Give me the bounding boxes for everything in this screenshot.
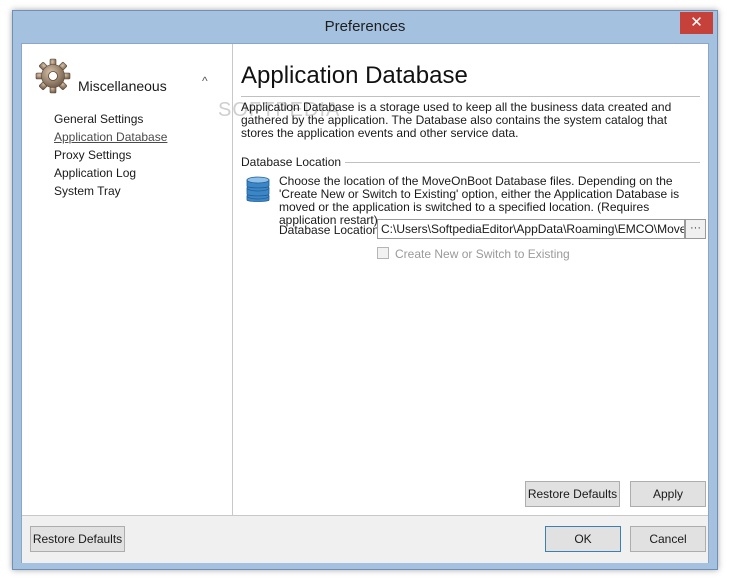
create-new-label: Create New or Switch to Existing [395, 247, 570, 261]
title-divider [241, 96, 700, 97]
restore-defaults-button[interactable]: Restore Defaults [30, 526, 125, 552]
database-location-input[interactable]: C:\Users\SoftpediaEditor\AppData\Roaming… [377, 219, 685, 239]
group-divider [328, 162, 700, 163]
settings-nav: General Settings Application Database Pr… [54, 110, 167, 200]
create-new-checkbox[interactable] [377, 247, 389, 259]
sidebar-item-system-tray[interactable]: System Tray [54, 182, 167, 200]
gear-icon [35, 58, 71, 94]
browse-button[interactable]: ··· [685, 219, 706, 239]
sidebar-item-proxy-settings[interactable]: Proxy Settings [54, 146, 167, 164]
settings-page: Application Database Application Databas… [233, 44, 708, 515]
database-icon [246, 176, 270, 202]
ok-button[interactable]: OK [545, 526, 621, 552]
collapse-chevron-icon[interactable]: ^ [202, 74, 208, 88]
close-icon: ✕ [690, 14, 703, 31]
title-bar[interactable]: Preferences ✕ [13, 11, 717, 43]
dialog-footer: Restore Defaults OK Cancel [22, 515, 708, 563]
preferences-window: Preferences ✕ Miscellaneous ^ SOFTPEDIA … [12, 10, 718, 570]
dialog-client: Miscellaneous ^ SOFTPEDIA General Settin… [21, 43, 709, 563]
database-location-label: Database Location: [279, 223, 383, 237]
sidebar-item-application-database[interactable]: Application Database [54, 128, 167, 146]
page-description: Application Database is a storage used t… [241, 100, 672, 140]
sidebar-item-application-log[interactable]: Application Log [54, 164, 167, 182]
apply-button[interactable]: Apply [630, 481, 706, 507]
page-restore-defaults-button[interactable]: Restore Defaults [525, 481, 620, 507]
close-button[interactable]: ✕ [680, 12, 713, 34]
sidebar-item-general-settings[interactable]: General Settings [54, 110, 167, 128]
category-title: Miscellaneous [78, 78, 167, 94]
sidebar: Miscellaneous ^ SOFTPEDIA General Settin… [22, 44, 339, 515]
group-label: Database Location [241, 155, 346, 169]
page-title: Application Database [241, 62, 468, 89]
window-title: Preferences [324, 18, 406, 35]
cancel-button[interactable]: Cancel [630, 526, 706, 552]
